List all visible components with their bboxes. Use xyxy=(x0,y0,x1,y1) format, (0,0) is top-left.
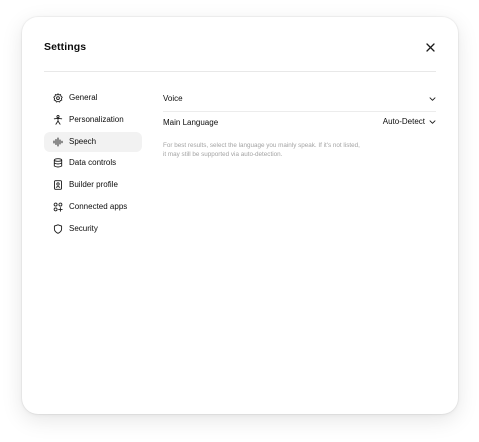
person-icon xyxy=(53,114,63,125)
close-button[interactable] xyxy=(422,39,438,55)
database-icon xyxy=(53,158,63,168)
dialog-title: Settings xyxy=(44,41,87,53)
sidebar-item-label: Personalization xyxy=(69,114,124,124)
sidebar-item-personalization[interactable]: Personalization xyxy=(44,110,142,130)
sidebar-item-label: General xyxy=(69,93,98,102)
hint-line: For best results, select the language yo… xyxy=(163,142,360,149)
dialog-header: Settings xyxy=(44,17,436,72)
main-language-row: Main Language Auto-Detect xyxy=(163,112,436,140)
sidebar-item-builder-profile[interactable]: Builder profile xyxy=(44,175,142,195)
close-icon xyxy=(425,42,435,52)
apps-grid-icon xyxy=(53,202,63,212)
sidebar-item-label: Data controls xyxy=(69,158,117,168)
settings-sidebar: General Personalization Speech Data cont… xyxy=(44,88,142,241)
chevron-down-icon xyxy=(429,120,436,124)
voice-label: Voice xyxy=(163,94,183,103)
speech-settings-panel: Voice Main Language Auto-Detect For best… xyxy=(163,88,436,159)
hint-line: it may still be supported via auto-detec… xyxy=(163,150,283,158)
main-language-hint: For best results, select the language yo… xyxy=(163,142,403,159)
sidebar-item-general[interactable]: General xyxy=(44,88,142,108)
waveform-icon xyxy=(53,137,63,147)
main-language-label: Main Language xyxy=(163,118,219,127)
sidebar-item-data-controls[interactable]: Data controls xyxy=(44,153,142,173)
voice-row[interactable]: Voice xyxy=(163,88,436,112)
id-badge-icon xyxy=(53,180,63,190)
sidebar-item-label: Builder profile xyxy=(69,180,118,190)
settings-dialog: Settings General Personalization Speech … xyxy=(22,17,458,414)
sidebar-item-connected-apps[interactable]: Connected apps xyxy=(44,197,142,217)
main-language-value: Auto-Detect xyxy=(382,117,425,126)
chevron-down-icon[interactable] xyxy=(429,96,436,102)
sidebar-item-label: Security xyxy=(69,223,98,233)
sidebar-item-speech[interactable]: Speech xyxy=(44,131,142,152)
sidebar-item-label: Speech xyxy=(69,136,97,146)
main-language-select[interactable]: Auto-Detect xyxy=(383,117,436,127)
sidebar-item-security[interactable]: Security xyxy=(44,219,142,239)
gear-icon xyxy=(53,93,63,103)
shield-icon xyxy=(53,224,63,234)
sidebar-item-label: Connected apps xyxy=(69,201,128,211)
